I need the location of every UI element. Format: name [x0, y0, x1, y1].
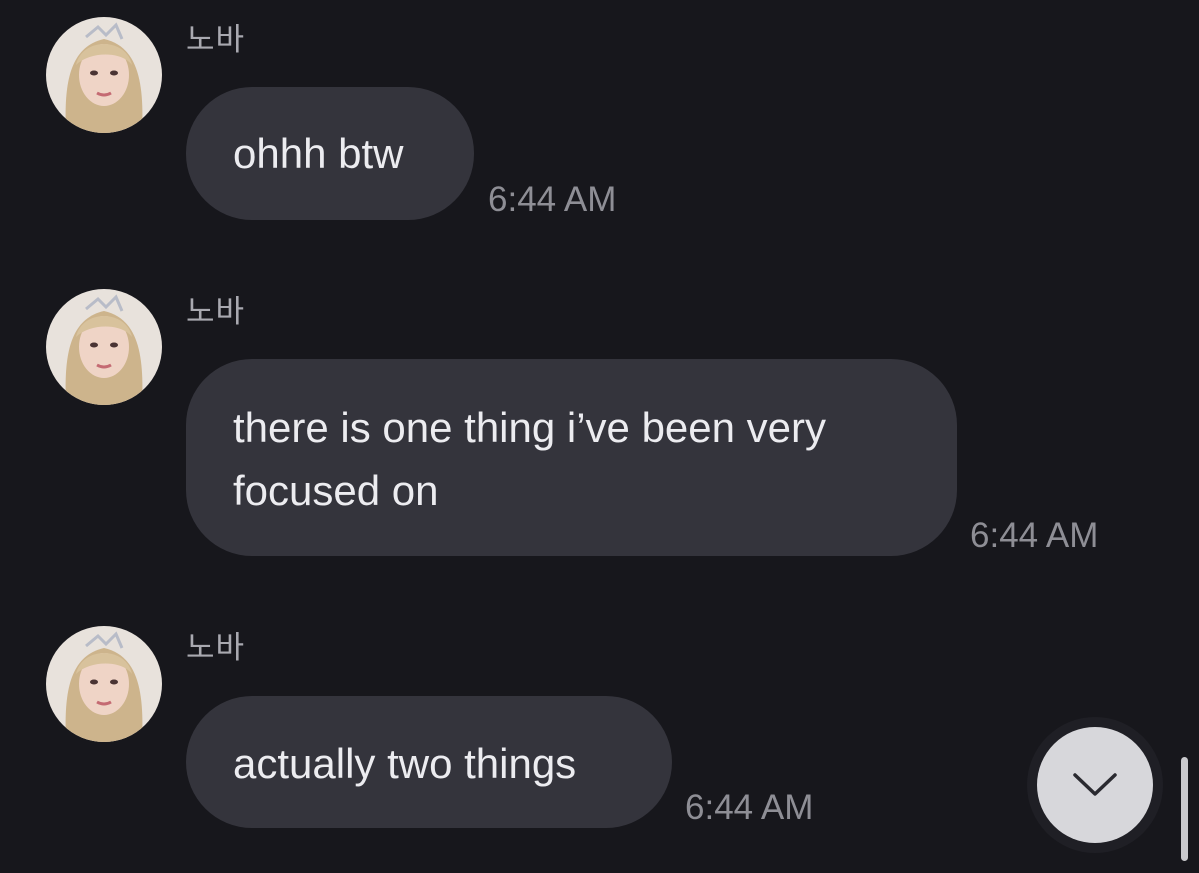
message-bubble[interactable]: actually two things	[186, 696, 672, 828]
avatar-image	[46, 17, 162, 133]
sender-name: 노바	[186, 294, 246, 330]
message-bubble[interactable]: there is one thing i’ve been very focuse…	[186, 359, 957, 556]
message-timestamp: 6:44 AM	[685, 788, 814, 827]
avatar[interactable]	[46, 289, 162, 405]
scroll-to-bottom-button[interactable]	[1037, 727, 1153, 843]
avatar-image	[46, 626, 162, 742]
sender-name: 노바	[186, 22, 246, 58]
message-timestamp: 6:44 AM	[488, 180, 617, 219]
message-text-line-2: focused on	[233, 467, 439, 514]
chevron-down-icon	[1073, 773, 1117, 796]
sender-name: 노바	[186, 630, 246, 666]
avatar[interactable]	[46, 17, 162, 133]
avatar[interactable]	[46, 626, 162, 742]
message-bubble[interactable]: ohhh btw	[186, 87, 474, 220]
message-text: actually two things	[233, 740, 577, 787]
scrollbar-thumb[interactable]	[1181, 757, 1188, 861]
message-timestamp: 6:44 AM	[970, 516, 1099, 555]
avatar-image	[46, 289, 162, 405]
message-text-line-1: there is one thing i’ve been very	[233, 404, 827, 451]
message-text: ohhh btw	[233, 130, 404, 177]
chat-thread: 노바 ohhh btw 6:44 AM 노바 there is one thin…	[0, 0, 1199, 873]
